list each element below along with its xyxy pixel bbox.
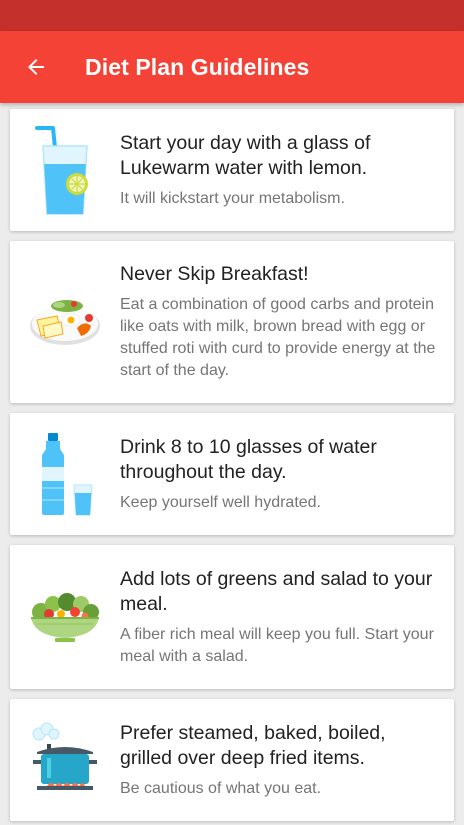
back-button[interactable]	[8, 39, 64, 95]
guideline-card-cooking[interactable]: Prefer steamed, baked, boiled, grilled o…	[10, 699, 454, 821]
status-bar	[0, 0, 464, 31]
water-bottle-glass-icon	[42, 433, 93, 516]
guideline-description: It will kickstart your metabolism.	[120, 189, 345, 207]
salad-bowl-icon	[31, 593, 99, 642]
guideline-description: Be cautious of what you eat.	[120, 779, 322, 797]
guideline-card-water-lemon[interactable]: Start your day with a glass of Lukewarm …	[10, 109, 454, 231]
page-title: Diet Plan Guidelines	[85, 53, 310, 80]
steaming-pot-icon	[32, 722, 97, 790]
guideline-description: Keep yourself well hydrated.	[120, 493, 321, 511]
guideline-title: Prefer steamed, baked, boiled, grilled o…	[120, 721, 386, 769]
app-bar: Diet Plan Guidelines	[0, 31, 464, 103]
breakfast-plate-icon	[30, 300, 100, 345]
guideline-description: Eat a combination of good carbs and prot…	[120, 296, 436, 379]
guideline-title: Drink 8 to 10 glasses of water throughou…	[120, 435, 377, 483]
guideline-card-breakfast[interactable]: Never Skip Breakfast! Eat a combination …	[10, 241, 454, 403]
guideline-description: A fiber rich meal will keep you full. St…	[120, 625, 434, 665]
guidelines-list: Start your day with a glass of Lukewarm …	[0, 103, 464, 821]
arrow-back-icon	[28, 59, 44, 75]
guideline-title: Start your day with a glass of Lukewarm …	[120, 131, 371, 179]
guideline-card-greens[interactable]: Add lots of greens and salad to your mea…	[10, 545, 454, 689]
water-glass-lemon-icon	[35, 126, 88, 215]
guideline-title: Add lots of greens and salad to your mea…	[120, 567, 433, 615]
guideline-title: Never Skip Breakfast!	[120, 263, 309, 285]
guideline-card-water[interactable]: Drink 8 to 10 glasses of water throughou…	[10, 413, 454, 535]
